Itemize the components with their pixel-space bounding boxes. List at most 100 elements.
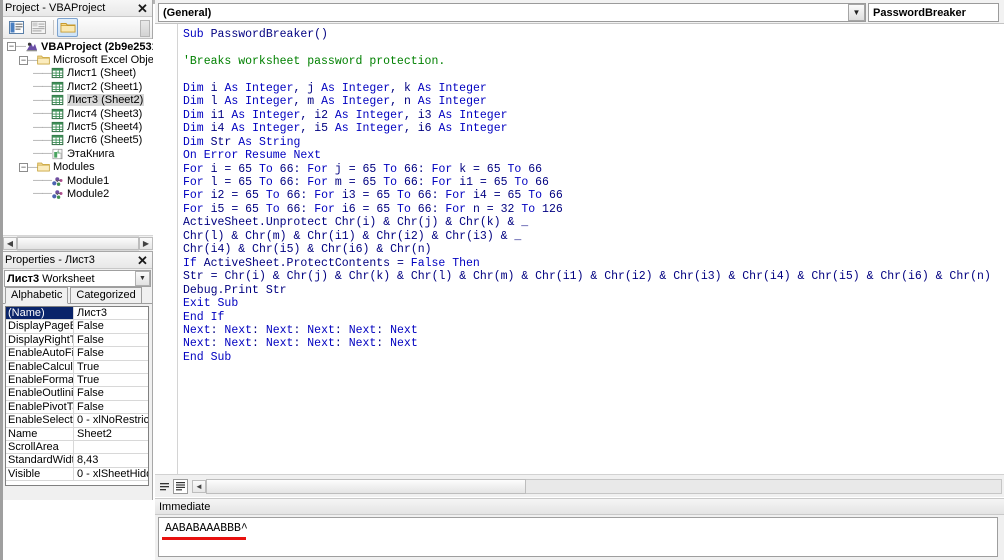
tree-item[interactable]: —— Module1	[3, 174, 153, 187]
property-row[interactable]: EnableFormatConTrue	[6, 373, 148, 388]
property-row[interactable]: EnableSelection0 - xlNoRestricti	[6, 414, 148, 428]
tree-item[interactable]: —— ЭтаКнига	[3, 147, 153, 160]
code-window: (General) ▼ PasswordBreaker Sub Password…	[155, 0, 1004, 497]
project-tree[interactable]: − — VBAProject (2b9e25319− — Microsoft Excel…	[3, 39, 153, 236]
procedure-view-icon	[160, 482, 169, 490]
property-value[interactable]: False	[74, 401, 148, 413]
property-value[interactable]: True	[74, 361, 148, 373]
property-value[interactable]	[74, 441, 148, 453]
code-token: (	[265, 229, 273, 243]
scroll-right-arrow-icon[interactable]: ▶	[139, 237, 153, 250]
property-row[interactable]: DisplayRightToLefFalse	[6, 333, 148, 348]
property-value[interactable]: False	[74, 347, 148, 359]
code-line: For i = 65 To 66: For j = 65 To 66: For …	[183, 163, 991, 176]
properties-panel: Properties - Лист3 ✕ Лист3 Worksheet ▼ A…	[3, 252, 153, 500]
tree-expander-icon[interactable]: −	[19, 55, 28, 65]
code-hscroll-track[interactable]	[526, 478, 1002, 494]
code-token: :	[376, 337, 391, 351]
tree-expander-icon[interactable]: −	[19, 162, 28, 172]
code-margin-indicator-bar[interactable]	[155, 24, 178, 474]
property-row[interactable]: Name Sheet2	[6, 427, 148, 441]
tree-item[interactable]: —— Лист2 (Sheet1)	[3, 80, 153, 93]
code-token: i4	[769, 270, 784, 284]
code-token: ) &	[852, 270, 881, 284]
property-value[interactable]: True	[74, 374, 148, 386]
procedure-dropdown[interactable]: PasswordBreaker	[868, 3, 999, 22]
object-dropdown[interactable]: (General) ▼	[158, 3, 866, 22]
code-token: 66:	[410, 189, 446, 203]
tree-item[interactable]: —— Лист4 (Sheet3)	[3, 107, 153, 120]
tab-alphabetic[interactable]: Alphabetic	[5, 287, 69, 304]
procedure-view-button[interactable]	[157, 479, 172, 494]
hscroll-track[interactable]	[17, 236, 139, 251]
tree-item[interactable]: —— Лист6 (Sheet5)	[3, 134, 153, 147]
code-token: ,	[390, 81, 404, 95]
code-keyword: To	[383, 162, 398, 176]
code-token: :	[334, 337, 349, 351]
view-object-button[interactable]	[28, 18, 49, 37]
tree-item[interactable]: − — VBAProject (2b9e25319	[3, 40, 153, 53]
property-key: EnableFormatCon	[8, 373, 74, 387]
code-keyword: Integer	[459, 108, 508, 122]
project-tree-hscrollbar[interactable]: ◀ ▶	[3, 235, 153, 251]
properties-title: Properties - Лист3	[5, 254, 95, 266]
chevron-down-icon[interactable]: ▼	[135, 271, 150, 286]
code-token: ) &	[362, 243, 391, 257]
tree-item[interactable]: —— Лист1 (Sheet)	[3, 67, 153, 80]
property-row[interactable]: (Name) Лист3	[6, 307, 148, 321]
tab-categorized[interactable]: Categorized	[70, 287, 142, 303]
tree-connector: ——	[33, 134, 52, 146]
toolbar-overflow-grip[interactable]	[140, 20, 150, 37]
tree-item[interactable]: − — Modules	[3, 161, 153, 174]
properties-object-combo[interactable]: Лист3 Worksheet ▼	[4, 270, 151, 287]
code-keyword: To	[383, 175, 398, 189]
property-row[interactable]: DisplayPageBreakFalse	[6, 320, 148, 334]
tree-item[interactable]: —— Module2	[3, 187, 153, 200]
property-value[interactable]: 0 - xlSheetHidde	[74, 468, 148, 480]
full-module-view-button[interactable]	[173, 478, 188, 494]
property-row[interactable]: EnableOutliningFalse	[6, 387, 148, 401]
property-row[interactable]: StandardWidth 8,43	[6, 454, 148, 468]
view-code-button[interactable]	[6, 18, 27, 37]
property-row[interactable]: EnableCalculationTrue	[6, 360, 148, 374]
property-row[interactable]: EnableAutoFilterFalse	[6, 347, 148, 361]
code-hscrollbar[interactable]: ◄	[192, 478, 1002, 494]
folder-icon	[37, 162, 50, 172]
code-editor-area[interactable]: Sub PasswordBreaker() 'Breaks worksheet …	[155, 24, 1004, 474]
code-token: i5	[314, 122, 328, 136]
close-icon[interactable]: ✕	[135, 253, 150, 267]
code-line: For i2 = 65 To 66: For i3 = 65 To 66: Fo…	[183, 189, 991, 202]
tree-expander-icon[interactable]: −	[7, 42, 16, 52]
property-row[interactable]: Visible0 - xlSheetHidde	[6, 467, 148, 482]
code-token: n	[403, 95, 411, 109]
tree-connector: ——	[33, 175, 52, 187]
code-text[interactable]: Sub PasswordBreaker() 'Breaks worksheet …	[183, 28, 991, 364]
properties-grid[interactable]: (Name)Лист3DisplayPageBreakFalseDisplayR…	[5, 306, 149, 486]
immediate-output-area[interactable]: AABABAAABBB^	[158, 517, 998, 557]
scroll-left-arrow-icon[interactable]: ◀	[3, 237, 17, 250]
tree-item[interactable]: —— Лист5 (Sheet4)	[3, 120, 153, 133]
toggle-folders-button[interactable]	[57, 18, 78, 37]
tree-item[interactable]: —— Лист3 (Sheet2)	[3, 94, 153, 107]
chevron-down-icon[interactable]: ▼	[848, 4, 865, 21]
code-token: 66:	[410, 202, 446, 216]
property-value[interactable]: 0 - xlNoRestricti	[74, 414, 148, 426]
property-value[interactable]: False	[74, 387, 148, 399]
hscroll-thumb[interactable]	[17, 237, 139, 250]
property-row[interactable]: EnablePivotTableFalse	[6, 400, 148, 415]
property-value[interactable]: 8,43	[74, 454, 148, 466]
close-icon[interactable]: ✕	[135, 1, 150, 15]
property-value[interactable]: False	[74, 320, 148, 332]
scroll-left-arrow-icon[interactable]: ◄	[192, 479, 206, 493]
code-token: (	[624, 270, 632, 284]
property-value[interactable]: Sheet2	[74, 428, 148, 440]
code-hscroll-thumb[interactable]	[206, 478, 526, 494]
property-value[interactable]: False	[74, 334, 148, 346]
code-keyword: End	[183, 350, 204, 364]
code-window-bottom-bar: ◄	[155, 474, 1004, 497]
property-row[interactable]: ScrollArea	[6, 440, 148, 455]
code-token: ) &	[383, 270, 411, 284]
property-value[interactable]: Лист3	[74, 307, 148, 319]
tree-item[interactable]: −— Microsoft Excel Objects	[3, 53, 153, 66]
